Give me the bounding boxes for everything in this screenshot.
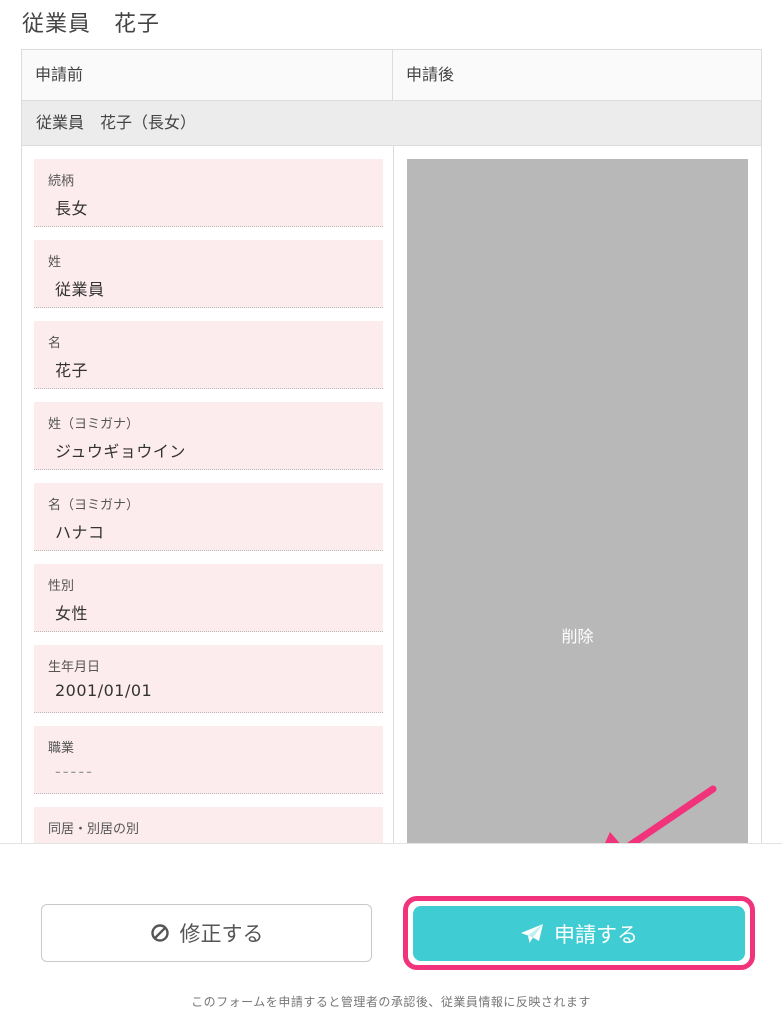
deleted-label: 削除	[561, 627, 594, 646]
field-value: 花子	[55, 361, 89, 380]
field-birthdate: 生年月日 2001/01/01	[34, 645, 383, 713]
table-header: 申請前 申請後	[22, 50, 761, 101]
field-occupation: 職業 -----	[34, 726, 383, 794]
field-value: 長女	[55, 199, 89, 218]
field-label: 姓	[48, 255, 62, 270]
group-title: 従業員 花子（長女）	[22, 101, 761, 146]
field-value: ジュウギョウイン	[55, 442, 186, 461]
header-after: 申請後	[406, 65, 455, 84]
deleted-block: 削除	[407, 159, 748, 848]
edit-button-label: 修正する	[179, 922, 264, 946]
apply-button-label: 申請する	[554, 922, 638, 947]
apply-button[interactable]: 申請する	[413, 906, 745, 961]
field-label: 性別	[48, 579, 75, 594]
page-title: 従業員 花子	[22, 12, 161, 37]
field-label: 名	[48, 336, 62, 351]
field-label: 名（ヨミガナ）	[48, 498, 140, 513]
field-value: 女性	[55, 604, 89, 623]
field-gender: 性別 女性	[34, 564, 383, 632]
edit-button[interactable]: 修正する	[41, 904, 372, 962]
field-first-name-kana: 名（ヨミガナ） ハナコ	[34, 483, 383, 551]
field-label: 同居・別居の別	[48, 822, 140, 837]
field-label: 姓（ヨミガナ）	[48, 417, 140, 432]
paper-plane-icon	[520, 923, 544, 945]
field-last-name: 姓 従業員	[34, 240, 383, 308]
footer-note: このフォームを申請すると管理者の承認後、従業員情報に反映されます	[191, 995, 591, 1009]
footer: 修正する 申請する このフォームを申請すると管理者の承認後、従業員情報に反映され…	[0, 843, 782, 1024]
field-last-name-kana: 姓（ヨミガナ） ジュウギョウイン	[34, 402, 383, 470]
comparison-table: 申請前 申請後 従業員 花子（長女） 続柄 長女 姓 従業員 名 花子 姓（ヨミ…	[21, 49, 762, 849]
field-value: 2001/01/01	[55, 681, 153, 700]
field-value: 従業員	[55, 280, 105, 299]
header-before: 申請前	[22, 50, 393, 100]
prohibit-icon	[150, 923, 170, 943]
field-value: -----	[55, 762, 94, 781]
column-divider	[393, 146, 394, 848]
field-relationship: 続柄 長女	[34, 159, 383, 227]
field-first-name: 名 花子	[34, 321, 383, 389]
field-label: 生年月日	[48, 660, 101, 675]
field-label: 職業	[48, 741, 75, 756]
field-label: 続柄	[48, 174, 75, 189]
field-value: ハナコ	[55, 523, 105, 542]
